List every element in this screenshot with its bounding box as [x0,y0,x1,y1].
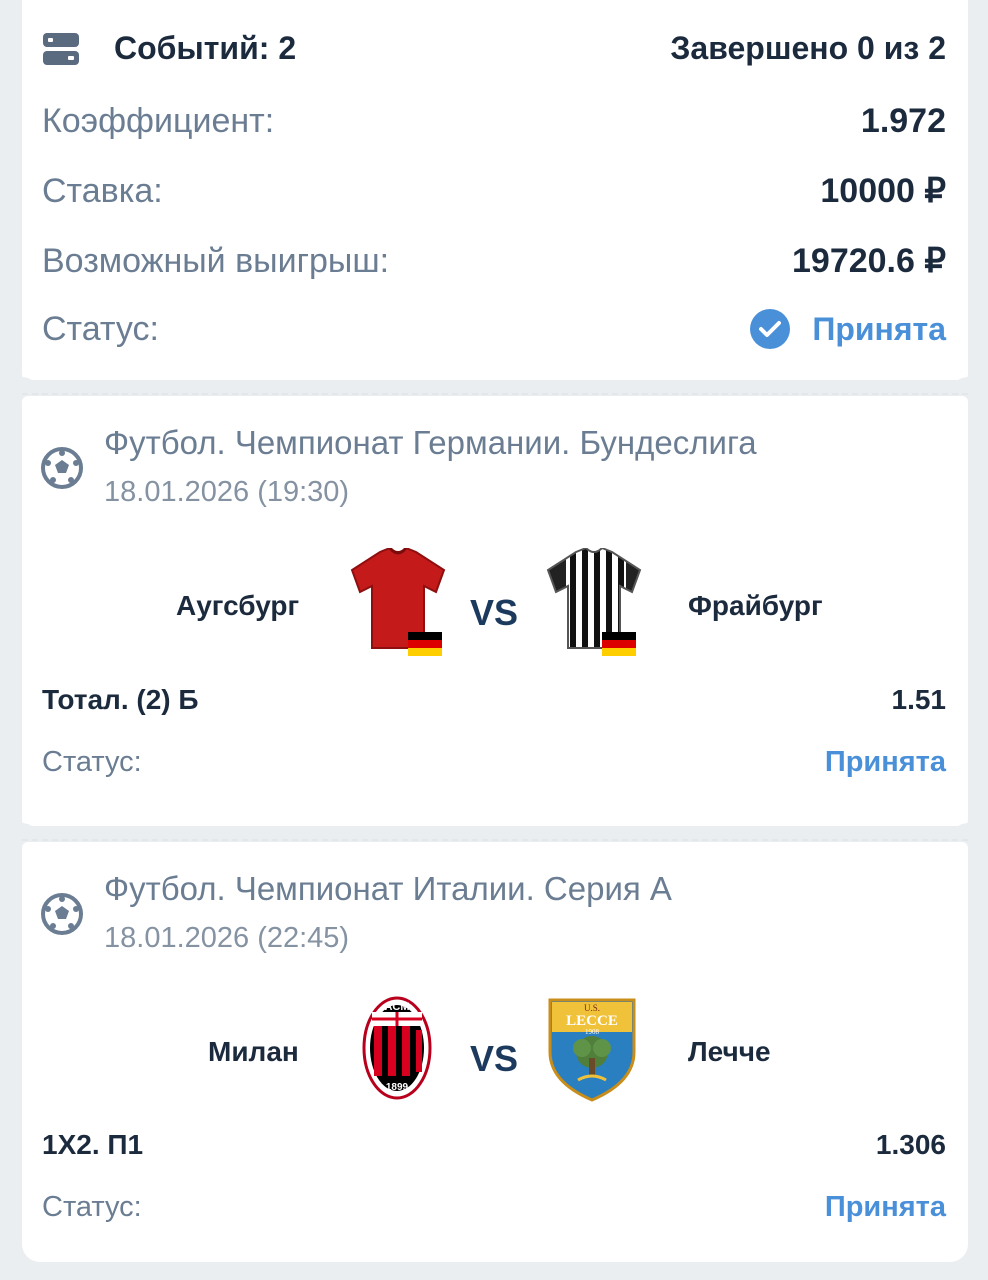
coefficient-label: Коэффициент: [42,102,275,140]
event-league: Футбол. Чемпионат Италии. Серия А [104,870,672,907]
versus-label: VS [470,1038,519,1079]
payout-label: Возможный выигрыш: [42,241,390,280]
summary-status-value: Принята [750,309,946,349]
away-team-name: Фрайбург [688,590,823,621]
lecce-crest-icon: U.S. LECCE 1908 [548,996,636,1107]
away-jersey-icon [546,546,642,665]
ticket-divider [22,839,968,841]
home-team-name: Аугсбург [176,590,300,621]
summary-status-row: Статус: Принята [42,309,946,349]
payout-row: Возможный выигрыш: 19720.6 ₽ [42,241,946,281]
coefficient-value: 1.972 [860,102,946,140]
home-team-name: Милан [208,1036,299,1067]
svg-text:1899: 1899 [386,1082,409,1093]
coefficient-row: Коэффициент: 1.972 [42,102,946,141]
completed-count: Завершено 0 из 2 [670,30,946,66]
market-name: Тотал. (2) Б [42,684,199,715]
soccer-ball-icon [40,892,84,936]
event-status-row: Статус: Принята [42,1191,946,1224]
versus-label: VS [470,592,519,633]
market-odd: 1.51 [891,684,947,715]
events-count: Событий: 2 [114,30,297,66]
event-date: 18.01.2026 (22:45) [104,922,350,954]
event-status-label: Статус: [42,1191,142,1223]
market-name: 1X2. П1 [42,1129,144,1160]
market-row: 1X2. П1 1.306 [42,1129,946,1161]
summary-status-label: Статус: [42,309,159,348]
event-date: 18.01.2026 (19:30) [104,476,350,508]
ticket-icon [42,32,80,66]
svg-text:LECCE: LECCE [566,1013,618,1029]
ticket-divider [22,393,968,395]
event-status-value: Принята [824,1191,946,1223]
market-odd: 1.306 [875,1129,946,1160]
stake-label: Ставка: [42,171,163,210]
payout-value: 19720.6 ₽ [792,242,946,280]
svg-text:1908: 1908 [585,1028,600,1036]
summary-header-row: Событий: 2 Завершено 0 из 2 [42,30,946,67]
home-jersey-icon [350,546,446,665]
stake-row: Ставка: 10000 ₽ [42,171,946,211]
event-status-label: Статус: [42,746,142,778]
event-status-value: Принята [824,746,946,778]
svg-text:ACM: ACM [384,1001,409,1013]
stake-value: 10000 ₽ [820,172,946,210]
market-row: Тотал. (2) Б 1.51 [42,684,946,716]
event-status-row: Статус: Принята [42,746,946,779]
summary-status-text: Принята [812,310,946,347]
away-team-name: Лечче [688,1036,771,1067]
soccer-ball-icon [40,446,84,490]
svg-text:U.S.: U.S. [584,1003,600,1013]
check-circle-icon [750,309,791,349]
event-league: Футбол. Чемпионат Германии. Бундеслига [104,424,757,461]
milan-crest-icon: ACM 1899 [362,996,432,1105]
